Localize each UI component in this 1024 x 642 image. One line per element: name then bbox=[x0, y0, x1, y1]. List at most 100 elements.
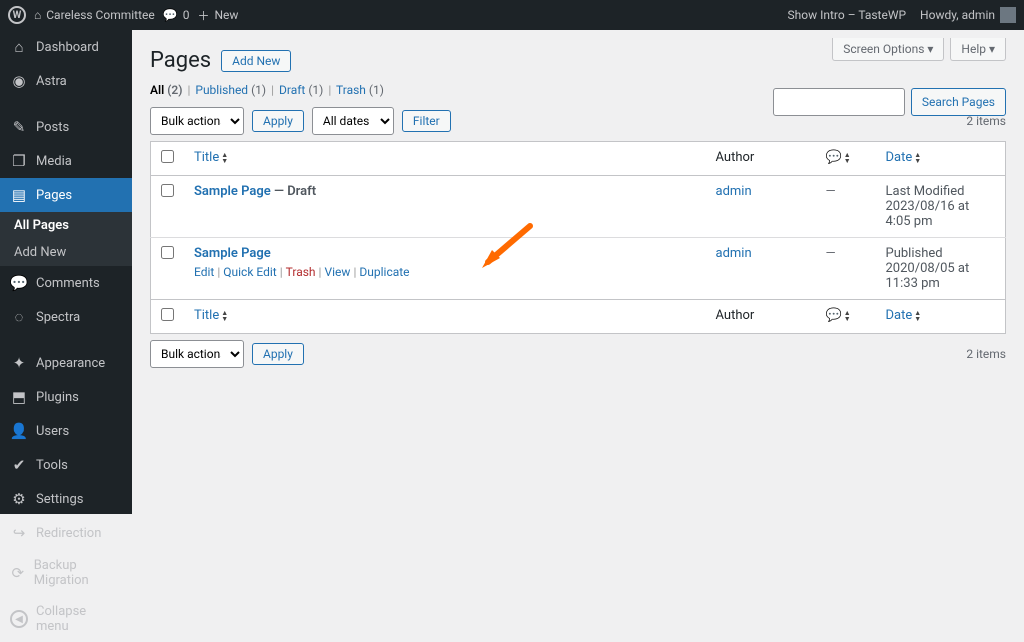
howdy-link[interactable]: Howdy, admin bbox=[920, 7, 1016, 23]
action-duplicate[interactable]: Duplicate bbox=[359, 265, 409, 279]
show-intro-link[interactable]: Show Intro – TasteWP bbox=[788, 8, 907, 22]
new-content-link[interactable]: ＋New bbox=[197, 7, 238, 24]
new-label: New bbox=[214, 8, 238, 22]
menu-label: Astra bbox=[36, 74, 67, 89]
search-button[interactable]: Search Pages bbox=[911, 88, 1006, 116]
col-title[interactable]: Title▲▼ bbox=[184, 142, 706, 176]
site-name-label: Careless Committee bbox=[46, 8, 155, 22]
col-comments[interactable]: 💬▲▼ bbox=[816, 142, 876, 176]
row-date: Last Modified2023/08/16 at 4:05 pm bbox=[876, 176, 1006, 238]
menu-label: Redirection bbox=[36, 526, 101, 541]
menu-label: Dashboard bbox=[36, 40, 99, 55]
submenu-add-new[interactable]: Add New bbox=[0, 239, 132, 266]
comments-link[interactable]: 💬0 bbox=[163, 8, 190, 22]
menu-icon: ✎ bbox=[10, 118, 28, 136]
menu-icon: ◉ bbox=[10, 72, 28, 90]
comment-column-icon: 💬 bbox=[826, 150, 842, 165]
home-icon: ⌂ bbox=[34, 8, 41, 22]
pages-table: Title▲▼ Author 💬▲▼ Date▲▼ Sample Page — … bbox=[150, 141, 1006, 334]
view-published[interactable]: Published (1) bbox=[195, 83, 266, 97]
bulk-actions-select-bottom[interactable]: Bulk actions bbox=[150, 340, 244, 368]
main-content: Screen Options ▾ Help ▾ Pages Add New Se… bbox=[132, 30, 1024, 514]
menu-icon: ⌂ bbox=[10, 38, 28, 56]
view-trash[interactable]: Trash (1) bbox=[336, 83, 384, 97]
sidebar-item-tools[interactable]: ✔Tools bbox=[0, 448, 132, 482]
sidebar-item-posts[interactable]: ✎ Posts bbox=[0, 110, 132, 144]
row-title-link[interactable]: Sample Page bbox=[194, 184, 271, 199]
menu-label: Backup Migration bbox=[34, 558, 122, 588]
avatar bbox=[1000, 7, 1016, 23]
sidebar-item-dashboard[interactable]: ⌂ Dashboard bbox=[0, 30, 132, 64]
menu-label: Appearance bbox=[36, 356, 105, 371]
collapse-label: Collapse menu bbox=[36, 604, 122, 634]
menu-icon: ✦ bbox=[10, 354, 28, 372]
wp-logo[interactable]: W bbox=[8, 6, 26, 24]
author-link[interactable]: admin bbox=[716, 246, 752, 261]
filter-button[interactable]: Filter bbox=[402, 110, 451, 132]
menu-icon: ⟳ bbox=[10, 564, 26, 582]
sidebar-item-users[interactable]: 👤Users bbox=[0, 414, 132, 448]
action-edit[interactable]: Edit bbox=[194, 265, 214, 279]
menu-label: Posts bbox=[36, 120, 69, 135]
sidebar-item-appearance[interactable]: ✦ Appearance bbox=[0, 346, 132, 380]
menu-label: Spectra bbox=[36, 310, 80, 325]
menu-icon: ⬒ bbox=[10, 388, 28, 406]
admin-bar: W ⌂ Careless Committee 💬0 ＋New Show Intro… bbox=[0, 0, 1024, 30]
col-date[interactable]: Date▲▼ bbox=[876, 142, 1006, 176]
sidebar-item-redirection[interactable]: ↪Redirection bbox=[0, 516, 132, 550]
collapse-menu[interactable]: ◀ Collapse menu bbox=[0, 596, 132, 642]
sidebar-item-astra[interactable]: ◉ Astra bbox=[0, 64, 132, 98]
col-title-foot[interactable]: Title▲▼ bbox=[184, 300, 706, 334]
action-quick-edit[interactable]: Quick Edit bbox=[223, 265, 276, 279]
row-checkbox[interactable] bbox=[161, 184, 174, 197]
author-link[interactable]: admin bbox=[716, 184, 752, 199]
sidebar-item-pages[interactable]: ▤Pages bbox=[0, 178, 132, 212]
bulk-actions-select-top[interactable]: Bulk actions bbox=[150, 107, 244, 135]
site-name-link[interactable]: ⌂ Careless Committee bbox=[34, 8, 155, 22]
row-date: Published2020/08/05 at 11:33 pm bbox=[876, 238, 1006, 300]
menu-label: Media bbox=[36, 154, 72, 169]
apply-button-bottom[interactable]: Apply bbox=[252, 343, 304, 365]
screen-options-tab[interactable]: Screen Options ▾ bbox=[832, 38, 944, 61]
help-tab[interactable]: Help ▾ bbox=[950, 38, 1006, 61]
sidebar-item-settings[interactable]: ⚙Settings bbox=[0, 482, 132, 516]
col-author: Author bbox=[706, 142, 816, 176]
howdy-label: Howdy, admin bbox=[920, 8, 995, 22]
items-count-bottom: 2 items bbox=[966, 347, 1006, 361]
row-checkbox[interactable] bbox=[161, 246, 174, 259]
view-all[interactable]: All (2) bbox=[150, 83, 182, 97]
col-comments-foot[interactable]: 💬▲▼ bbox=[816, 300, 876, 334]
sort-icon: ▲▼ bbox=[844, 152, 851, 164]
sidebar-item-plugins[interactable]: ⬒ Plugins bbox=[0, 380, 132, 414]
wordpress-icon: W bbox=[8, 6, 26, 24]
add-new-button[interactable]: Add New bbox=[221, 50, 291, 72]
apply-button-top[interactable]: Apply bbox=[252, 110, 304, 132]
action-view[interactable]: View bbox=[324, 265, 350, 279]
admin-sidebar: ⌂ Dashboard ◉ Astra ✎ Posts ❐Media▤PagesAll Pa… bbox=[0, 30, 132, 514]
sort-icon: ▲▼ bbox=[914, 152, 921, 164]
row-title-link[interactable]: Sample Page bbox=[194, 246, 271, 261]
comment-column-icon: 💬 bbox=[826, 308, 842, 323]
menu-icon: ⚙ bbox=[10, 490, 28, 508]
menu-icon: ◌ bbox=[10, 308, 28, 326]
select-all-bottom[interactable] bbox=[161, 308, 174, 321]
search-input[interactable] bbox=[773, 88, 905, 116]
col-date-foot[interactable]: Date▲▼ bbox=[876, 300, 1006, 334]
table-row: Sample PageEdit|Quick Edit|Trash|View|Du… bbox=[151, 238, 1006, 300]
menu-label: Users bbox=[36, 424, 69, 439]
action-trash[interactable]: Trash bbox=[286, 265, 316, 279]
row-comments: — bbox=[816, 238, 876, 300]
date-filter-select[interactable]: All dates bbox=[312, 107, 394, 135]
sidebar-item-spectra[interactable]: ◌ Spectra bbox=[0, 300, 132, 334]
sidebar-item-backup-migration[interactable]: ⟳ Backup Migration bbox=[0, 550, 132, 596]
sidebar-item-media[interactable]: ❐Media bbox=[0, 144, 132, 178]
menu-label: Plugins bbox=[36, 390, 79, 405]
comment-icon: 💬 bbox=[163, 8, 178, 22]
view-draft[interactable]: Draft (1) bbox=[279, 83, 323, 97]
sidebar-item-comments[interactable]: 💬Comments bbox=[0, 266, 132, 300]
collapse-icon: ◀ bbox=[10, 610, 28, 628]
menu-icon: ▤ bbox=[10, 186, 28, 204]
select-all-top[interactable] bbox=[161, 150, 174, 163]
submenu-all-pages[interactable]: All Pages bbox=[0, 212, 132, 239]
row-comments: — bbox=[816, 176, 876, 238]
